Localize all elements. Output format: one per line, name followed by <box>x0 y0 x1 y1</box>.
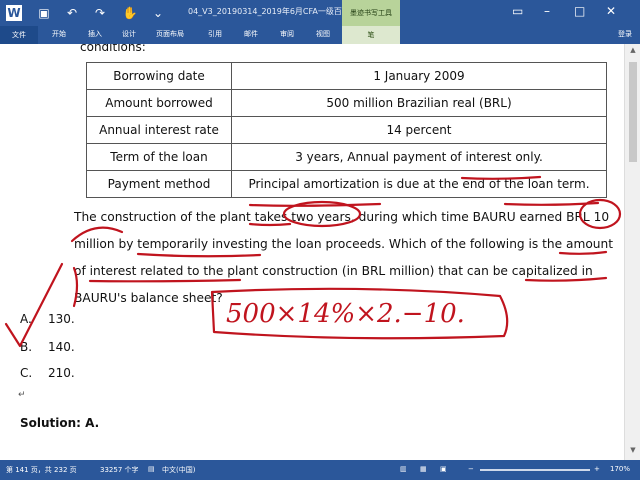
table-cell-label: Annual interest rate <box>86 116 232 144</box>
word-count[interactable]: 33257 个字 <box>100 465 139 475</box>
option-c: C. 210. <box>20 366 75 380</box>
status-bar: 第 141 页，共 232 页 33257 个字 ▤ 中文(中国) ▥ ▦ ▣ … <box>0 460 640 480</box>
tab-design[interactable]: 设计 <box>122 29 136 39</box>
table-cell-value: Principal amortization is due at the end… <box>231 170 607 198</box>
table-row: Amount borrowed 500 million Brazilian re… <box>86 89 607 117</box>
more-icon[interactable]: ⌄ <box>150 5 166 21</box>
table-row: Payment method Principal amortization is… <box>86 170 607 198</box>
window-title: 04_V3_20190314_2019年6月CFA一级百题预... <box>188 7 366 16</box>
tab-home[interactable]: 开始 <box>52 29 66 39</box>
word-icon: W <box>6 5 22 21</box>
tab-mailings[interactable]: 邮件 <box>244 29 258 39</box>
proofing-icon[interactable]: ▤ <box>148 465 155 473</box>
table-row: Annual interest rate 14 percent <box>86 116 607 144</box>
tab-review[interactable]: 审阅 <box>280 29 294 39</box>
sign-in-link[interactable]: 登录 <box>618 29 632 39</box>
tab-file[interactable]: 文件 <box>0 26 38 44</box>
option-key: A. <box>20 312 32 326</box>
touch-mode-icon[interactable]: ✋ <box>122 5 138 21</box>
language[interactable]: 中文(中国) <box>162 465 195 475</box>
zoom-in-icon[interactable]: + <box>594 465 600 473</box>
scroll-down-icon[interactable]: ▼ <box>627 446 639 458</box>
context-tool-title: 墨迹书写工具 <box>342 0 400 26</box>
solution-heading: Solution: A. <box>20 416 100 430</box>
table-cell-label: Term of the loan <box>86 143 232 171</box>
loan-table: Borrowing date 1 January 2009 Amount bor… <box>86 62 607 198</box>
paragraph-mark-icon: ↵ <box>18 390 26 400</box>
minimize-icon[interactable]: – <box>544 4 550 18</box>
table-cell-label: Borrowing date <box>86 62 232 90</box>
print-layout-icon[interactable]: ▦ <box>420 465 427 473</box>
page-count[interactable]: 第 141 页，共 232 页 <box>6 465 77 475</box>
paragraph-line: of interest related to the plant constru… <box>74 264 593 278</box>
zoom-out-icon[interactable]: − <box>468 465 474 473</box>
tab-layout[interactable]: 页面布局 <box>156 29 184 39</box>
ribbon-display-icon[interactable]: ▭ <box>512 4 523 18</box>
ribbon-tabs: 文件 开始 插入 设计 页面布局 引用 邮件 审阅 视图 笔 登录 <box>0 26 640 44</box>
paragraph-line: BAURU's balance sheet? <box>74 291 223 305</box>
web-layout-icon[interactable]: ▣ <box>440 465 447 473</box>
table-cell-value: 14 percent <box>231 116 607 144</box>
table-row: Term of the loan 3 years, Annual payment… <box>86 143 607 171</box>
tab-references[interactable]: 引用 <box>208 29 222 39</box>
table-cell-label: Payment method <box>86 170 232 198</box>
scroll-up-icon[interactable]: ▲ <box>627 46 639 58</box>
tab-view[interactable]: 视图 <box>316 29 330 39</box>
document-page[interactable]: conditions: Borrowing date 1 January 200… <box>0 44 624 460</box>
scroll-thumb[interactable] <box>629 62 637 162</box>
redo-icon[interactable]: ↷ <box>92 5 108 21</box>
maximize-icon[interactable]: □ <box>574 4 585 18</box>
vertical-scrollbar[interactable]: ▲ ▼ <box>624 44 640 460</box>
title-bar: W ▣ ↶ ↷ ✋ ⌄ 04_V3_20190314_2019年6月CFA一级百… <box>0 0 640 26</box>
table-cell-value: 1 January 2009 <box>231 62 607 90</box>
table-row: Borrowing date 1 January 2009 <box>86 62 607 90</box>
option-key: C. <box>20 366 33 380</box>
option-text: 130. <box>48 312 75 326</box>
conditions-fragment: conditions: <box>80 44 146 54</box>
option-a: A. 130. <box>20 312 75 326</box>
close-icon[interactable]: ✕ <box>606 4 616 18</box>
option-text: 140. <box>48 340 75 354</box>
tab-insert[interactable]: 插入 <box>88 29 102 39</box>
table-cell-label: Amount borrowed <box>86 89 232 117</box>
tab-pen[interactable]: 笔 <box>342 26 400 44</box>
save-icon[interactable]: ▣ <box>36 5 52 21</box>
paragraph-line: million by temporarily investing the loa… <box>74 237 614 251</box>
option-b: B. 140. <box>20 340 75 354</box>
read-mode-icon[interactable]: ▥ <box>400 465 407 473</box>
paragraph-line: The construction of the plant takes two … <box>74 210 610 224</box>
undo-icon[interactable]: ↶ <box>64 5 80 21</box>
question-paragraph: The construction of the plant takes two … <box>74 204 614 312</box>
zoom-level[interactable]: 170% <box>610 465 630 473</box>
table-cell-value: 500 million Brazilian real (BRL) <box>231 89 607 117</box>
option-key: B. <box>20 340 33 354</box>
table-cell-value: 3 years, Annual payment of interest only… <box>231 143 607 171</box>
zoom-slider[interactable] <box>480 469 590 471</box>
option-text: 210. <box>48 366 75 380</box>
